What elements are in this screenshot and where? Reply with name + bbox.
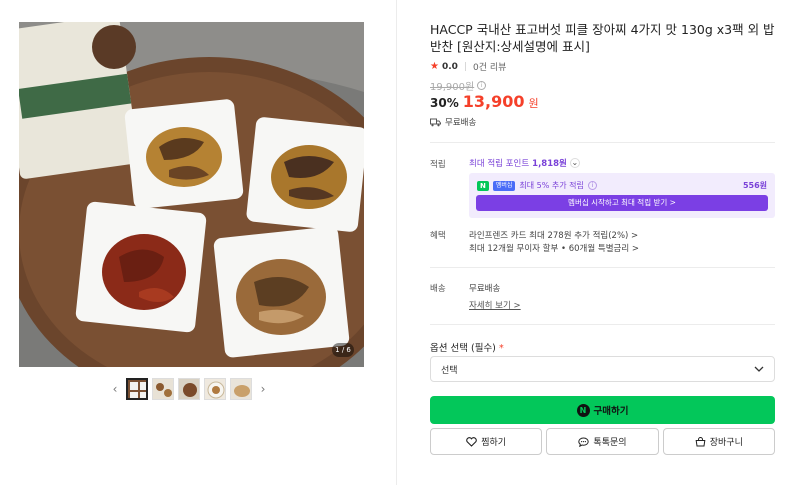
thumbnail-5[interactable] [230, 378, 252, 400]
buy-button-label: 구매하기 [593, 406, 629, 417]
thumbnail-image [231, 379, 251, 399]
product-title: HACCP 국내산 표고버섯 피클 장아찌 4가지 맛 130g x3팩 외 밥… [430, 22, 775, 54]
benefits-label: 혜택 [430, 231, 446, 241]
sale-price-row: 30% 13,900 원 [430, 92, 539, 111]
rating-score: 0.0 [441, 61, 458, 72]
rating-summary[interactable]: ★ 0.0 | 0건 리뷰 [430, 60, 506, 73]
heart-icon [466, 436, 478, 447]
naver-badge: N [477, 180, 489, 191]
original-price-value: 19,900원 [430, 82, 475, 93]
membership-extra: 최대 5% 추가 적립 [519, 181, 584, 190]
membership-box: N 멤버십 최대 5% 추가 적립 i 556원 멤버십 시작하고 최대 적립 … [469, 173, 775, 218]
thumbnail-strip: ‹ › [108, 377, 270, 401]
info-icon[interactable]: i [477, 81, 487, 90]
discount-rate: 30% [430, 96, 459, 110]
secondary-actions: 찜하기 톡톡문의 장바구니 [430, 428, 775, 455]
max-point-prefix: 최대 적립 포인트 [469, 159, 530, 169]
divider: | [463, 61, 467, 72]
naver-pay-icon: N [576, 403, 590, 417]
thumbnail-image [128, 380, 146, 398]
membership-extra-amount: 556원 [742, 181, 767, 190]
product-photo [19, 22, 364, 367]
installment-benefit-link[interactable]: 최대 12개월 무이자 할부 • 60개월 특별금리 > [469, 242, 639, 254]
membership-badge: 멤버십 [492, 180, 516, 191]
max-point-toggle[interactable]: 최대 적립 포인트 1,818원 ⌄ [469, 157, 580, 169]
chevron-left-icon[interactable]: ‹ [108, 377, 122, 401]
image-counter: 1 / 6 [332, 343, 354, 357]
chevron-right-icon[interactable]: › [256, 377, 270, 401]
info-icon[interactable]: i [587, 181, 597, 190]
thumbnail-image [179, 379, 199, 399]
star-icon: ★ [430, 61, 439, 72]
option-label-text: 옵션 선택 (필수) [430, 343, 496, 354]
shipping-badge: 무료배송 [430, 116, 476, 128]
required-mark: * [498, 343, 504, 354]
divider [430, 142, 775, 143]
buy-button[interactable]: N 구매하기 [430, 396, 775, 424]
thumbnail-2[interactable] [152, 378, 174, 400]
option-label: 옵션 선택 (필수) * [430, 340, 504, 354]
option-select-value: 선택 [441, 365, 458, 376]
divider [430, 324, 775, 325]
thumbnail-1[interactable] [126, 378, 148, 400]
shipping-text: 무료배송 [445, 118, 477, 128]
chevron-down-icon [754, 366, 764, 372]
card-benefit-link[interactable]: 라인프렌즈 카드 최대 278원 추가 적립(2%) > [469, 229, 638, 241]
max-point-value: 1,818원 [532, 159, 567, 169]
product-gallery: 1 / 6 ‹ › [0, 0, 396, 485]
option-select[interactable]: 선택 [430, 356, 775, 382]
points-label: 적립 [430, 160, 446, 170]
wish-button[interactable]: 찜하기 [430, 428, 543, 455]
delivery-value: 무료배송 [469, 284, 501, 294]
sale-price: 13,900 [462, 92, 525, 111]
wish-button-label: 찜하기 [481, 438, 507, 448]
talk-inquiry-label: 톡톡문의 [593, 438, 627, 448]
cart-button-label: 장바구니 [709, 438, 743, 448]
delivery-detail-link[interactable]: 자세히 보기 > [469, 299, 521, 311]
divider [430, 267, 775, 268]
chat-bubble-icon [578, 436, 590, 447]
thumbnail-4[interactable] [204, 378, 226, 400]
thumbnail-image [205, 379, 225, 399]
panel-divider [396, 0, 397, 485]
membership-start-button[interactable]: 멤버십 시작하고 최대 적립 받기 > [476, 195, 768, 211]
thumbnail-3[interactable] [178, 378, 200, 400]
original-price: 19,900원 i [430, 78, 487, 93]
truck-icon [430, 118, 441, 126]
delivery-label: 배송 [430, 284, 446, 294]
currency-unit: 원 [528, 97, 539, 110]
cart-icon [695, 436, 706, 446]
membership-info: N 멤버십 최대 5% 추가 적립 i [477, 180, 597, 191]
cart-button[interactable]: 장바구니 [662, 428, 775, 455]
review-count: 0건 리뷰 [472, 63, 507, 73]
product-details: HACCP 국내산 표고버섯 피클 장아찌 4가지 맛 130g x3팩 외 밥… [430, 0, 775, 485]
product-main-image[interactable]: 1 / 6 [19, 22, 364, 367]
thumbnail-image [153, 379, 173, 399]
chevron-down-icon: ⌄ [569, 158, 580, 168]
talk-inquiry-button[interactable]: 톡톡문의 [546, 428, 659, 455]
